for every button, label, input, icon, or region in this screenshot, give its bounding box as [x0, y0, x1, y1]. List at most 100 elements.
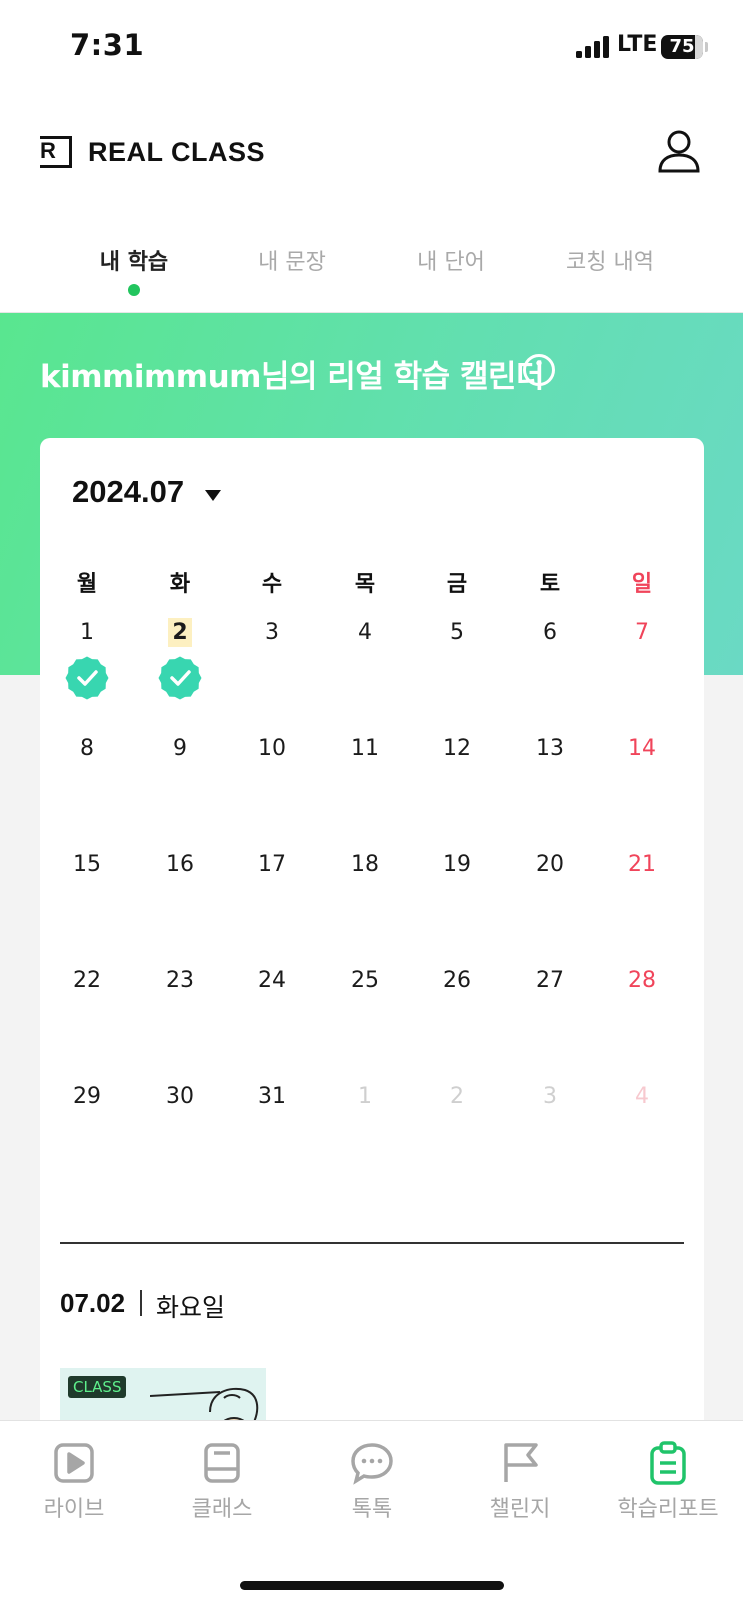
- status-time: 7:31: [70, 28, 145, 62]
- bottom-navigation: 라이브 클래스 톡톡 챌린지 학습리포트: [0, 1420, 743, 1609]
- day-number: 25: [351, 968, 379, 993]
- calendar-day[interactable]: 4: [340, 620, 390, 645]
- calendar-day[interactable]: 9: [155, 736, 205, 761]
- weekday-label: 금: [446, 572, 468, 597]
- calendar-day[interactable]: 25: [340, 968, 390, 993]
- day-number: 24: [258, 968, 286, 993]
- weekday-label: 일: [631, 572, 653, 597]
- day-number: 6: [543, 620, 557, 645]
- calendar-day[interactable]: 17: [247, 852, 297, 877]
- day-number: 4: [635, 1084, 649, 1109]
- calendar-day[interactable]: 31: [247, 1084, 297, 1109]
- day-number: 19: [443, 852, 471, 877]
- calendar-day[interactable]: 26: [432, 968, 482, 993]
- day-number: 14: [628, 736, 656, 761]
- day-number: 29: [73, 1084, 101, 1109]
- calendar-day[interactable]: 1: [62, 620, 112, 645]
- calendar-day[interactable]: 4: [617, 1084, 667, 1109]
- nav-challenge[interactable]: 챌린지: [455, 1441, 585, 1523]
- day-number: 21: [628, 852, 656, 877]
- day-number: 9: [173, 736, 187, 761]
- calendar-day[interactable]: 22: [62, 968, 112, 993]
- day-number: 8: [80, 736, 94, 761]
- profile-icon[interactable]: [656, 128, 702, 174]
- home-indicator: [240, 1581, 504, 1590]
- chat-bubble-icon: [351, 1443, 393, 1485]
- weekday-label: 월: [76, 572, 98, 597]
- tab-label: 코칭 내역: [566, 250, 654, 275]
- calendar-day[interactable]: 30: [155, 1084, 205, 1109]
- nav-talk[interactable]: 톡톡: [307, 1441, 437, 1523]
- nav-label: 챌린지: [489, 1497, 551, 1522]
- calendar-day[interactable]: 5: [432, 620, 482, 645]
- calendar-day[interactable]: 18: [340, 852, 390, 877]
- calendar-day[interactable]: 12: [432, 736, 482, 761]
- day-number: 26: [443, 968, 471, 993]
- day-number: 31: [258, 1084, 286, 1109]
- calendar-day[interactable]: 2: [155, 618, 205, 647]
- calendar-day[interactable]: 1: [340, 1084, 390, 1109]
- calendar-day[interactable]: 14: [617, 736, 667, 761]
- tab-my-learning[interactable]: 내 학습: [64, 244, 204, 296]
- tab-my-words[interactable]: 내 단어: [381, 244, 521, 276]
- selected-date: 07.02: [60, 1288, 126, 1318]
- calendar-day[interactable]: 20: [525, 852, 575, 877]
- calendar-day[interactable]: 23: [155, 968, 205, 993]
- calendar-day[interactable]: 10: [247, 736, 297, 761]
- logo-letter: R: [40, 138, 56, 163]
- brand-name: REAL CLASS: [88, 137, 266, 167]
- nav-class[interactable]: 클래스: [157, 1441, 287, 1523]
- class-badge: CLASS: [68, 1376, 127, 1398]
- tab-label: 내 문장: [258, 250, 326, 275]
- app-header: R REAL CLASS 내 학습 내 문장 내 단어 코칭 내역: [0, 96, 743, 313]
- calendar-day[interactable]: 21: [617, 852, 667, 877]
- nav-learning-report[interactable]: 학습리포트: [603, 1441, 733, 1523]
- day-number: 3: [265, 620, 279, 645]
- book-icon: [204, 1443, 240, 1483]
- calendar-day[interactable]: 13: [525, 736, 575, 761]
- calendar-day[interactable]: 2: [432, 1084, 482, 1109]
- caret-down-icon[interactable]: [205, 490, 221, 501]
- info-icon[interactable]: [522, 353, 556, 387]
- day-number: 23: [166, 968, 194, 993]
- calendar-title: kimmimmum님의 리얼 학습 캘린더: [40, 359, 545, 395]
- calendar-day[interactable]: 3: [525, 1084, 575, 1109]
- day-number: 2: [168, 618, 192, 647]
- active-tab-indicator: [128, 284, 140, 296]
- calendar-day[interactable]: 3: [247, 620, 297, 645]
- calendar-day[interactable]: 7: [617, 620, 667, 645]
- month-selector[interactable]: 2024.07: [72, 474, 184, 510]
- day-number: 30: [166, 1084, 194, 1109]
- tab-coaching-history[interactable]: 코칭 내역: [540, 244, 680, 276]
- studied-check-icon: [65, 656, 109, 700]
- weekday-label: 목: [354, 572, 376, 597]
- tab-label: 내 학습: [99, 250, 169, 275]
- divider: [60, 1242, 684, 1244]
- selected-weekday: 화요일: [156, 1293, 226, 1322]
- tab-my-sentences[interactable]: 내 문장: [222, 244, 362, 276]
- day-number: 11: [351, 736, 379, 761]
- weekday-label: 토: [539, 572, 561, 597]
- calendar-day[interactable]: 19: [432, 852, 482, 877]
- calendar-day[interactable]: 24: [247, 968, 297, 993]
- calendar-day[interactable]: 29: [62, 1084, 112, 1109]
- calendar-day[interactable]: 28: [617, 968, 667, 993]
- studied-check-icon: [158, 656, 202, 700]
- clipboard-icon: [650, 1441, 686, 1485]
- day-number: 18: [351, 852, 379, 877]
- calendar-day[interactable]: 16: [155, 852, 205, 877]
- calendar-card: 2024.07 월화수목금토일 1 2 3 4 5 6 7 8 9 10 11 12 13 14 15 16 1…: [40, 438, 704, 1438]
- nav-live[interactable]: 라이브: [9, 1441, 139, 1523]
- battery-icon: 75: [661, 35, 703, 59]
- status-bar: 7:31 LTE 75: [0, 0, 743, 96]
- day-number: 13: [536, 736, 564, 761]
- day-number: 4: [358, 620, 372, 645]
- calendar-day[interactable]: 6: [525, 620, 575, 645]
- calendar-day[interactable]: 8: [62, 736, 112, 761]
- flag-icon: [504, 1443, 538, 1482]
- battery-level: 75: [669, 36, 695, 57]
- calendar-day[interactable]: 11: [340, 736, 390, 761]
- day-number: 27: [536, 968, 564, 993]
- calendar-day[interactable]: 15: [62, 852, 112, 877]
- calendar-day[interactable]: 27: [525, 968, 575, 993]
